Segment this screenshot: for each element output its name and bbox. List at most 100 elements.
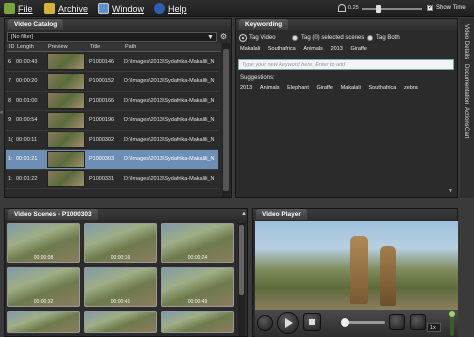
table-row[interactable]: 1: 00:01:22 P1000331 D:\Images\2013\Sydafri… [6, 169, 218, 189]
table-row[interactable]: 1(00:00:11 P1000302 D:\Images\2013\Sydafri… [6, 130, 218, 150]
cell-preview [45, 169, 87, 189]
suggestion-chip[interactable]: Southafrica [368, 85, 396, 91]
side-tab-actions[interactable]: Actions [463, 107, 469, 127]
snapshot-button[interactable] [389, 314, 405, 330]
table-row[interactable]: 6 00:00:43 P1000146 D:\Images\2013\Sydafrik… [6, 52, 218, 72]
suggestion-list: 2013 Animals Elephant Giraffe Makalali S… [240, 85, 454, 94]
cell-id: 1: [6, 169, 14, 189]
suggestion-chip[interactable]: zebra [404, 85, 418, 91]
scenes-expand-icon[interactable]: ▲ [241, 211, 247, 217]
suggestion-chip[interactable]: Makalali [341, 85, 361, 91]
scene-thumbnail[interactable]: 00:00:41 [84, 267, 157, 307]
cell-title: P1000302 [87, 130, 122, 150]
scene-thumbnail[interactable]: 00:00:24 [161, 223, 234, 263]
keyword-input[interactable]: Type your new keyword here. Enter to add [238, 59, 454, 70]
scene-thumbnail[interactable]: 00:00:16 [84, 223, 157, 263]
suggestion-chip[interactable]: Elephant [287, 85, 309, 91]
volume-slider-thumb[interactable] [376, 5, 381, 13]
column-length[interactable]: Length [17, 44, 34, 50]
video-scenes-title: Video Scenes - P1000303 [8, 209, 98, 220]
catalog-scrollbar-thumb[interactable] [223, 49, 229, 191]
tag-chip[interactable]: Giraffe [351, 46, 367, 52]
column-preview[interactable]: Preview [48, 44, 68, 50]
giraffe-figure [350, 236, 368, 304]
scene-timestamp: 00:00:32 [33, 299, 54, 305]
cell-path: D:\Images\2013\Sydafrika-Makalili_N [122, 169, 218, 189]
cell-id: 7 [6, 71, 14, 92]
scenes-scrollbar[interactable] [238, 223, 245, 336]
cell-title: P1000196 [87, 110, 122, 131]
table-row[interactable]: 1: 00:01:21 P1000303 D:\Images\2013\Sydafri… [6, 149, 218, 170]
seek-thumb[interactable] [341, 318, 349, 327]
keywording-title: Keywording [239, 19, 289, 30]
cell-length: 00:00:20 [14, 71, 45, 92]
cell-id: 6 [6, 52, 14, 72]
menu-archive[interactable]: Archive [44, 2, 88, 15]
catalog-header-row: ID Length Preview Title Path [7, 43, 221, 52]
column-id[interactable]: ID [9, 44, 15, 50]
volume-value: 0.25 [348, 5, 359, 11]
settings-icon[interactable]: ⚙ [220, 32, 227, 41]
filter-input[interactable]: [No filter] [7, 32, 217, 42]
scene-thumbnail[interactable]: 00:00:49 [161, 267, 234, 307]
side-tab-documentation[interactable]: Documentation [463, 64, 469, 104]
scene-thumbnail[interactable] [84, 311, 157, 333]
side-tab-cart[interactable]: Cart [463, 127, 469, 138]
seek-bar[interactable] [341, 318, 385, 327]
left-edge-handle[interactable]: « [0, 110, 3, 116]
video-frame[interactable] [255, 221, 458, 310]
menu-file[interactable]: File [4, 2, 33, 15]
volume-slider[interactable] [362, 5, 422, 13]
video-thumbnail [47, 111, 85, 129]
side-tab-video-details[interactable]: Video Details [463, 24, 469, 59]
catalog-table: 6 00:00:43 P1000146 D:\Images\2013\Sydafrik… [6, 52, 218, 189]
table-row[interactable]: 7 00:00:20 P1000152 D:\Images\2013\Sydafrik… [6, 71, 218, 92]
menu-window[interactable]: Window [98, 2, 144, 15]
tag-chip[interactable]: Southafrica [268, 46, 296, 52]
tag-chip[interactable]: Makalali [240, 46, 260, 52]
video-catalog-title: Video Catalog [8, 19, 64, 30]
scene-thumbnail[interactable]: 00:00:32 [7, 267, 80, 307]
cell-id: 1: [6, 149, 14, 170]
cell-length: 00:00:43 [14, 52, 45, 72]
player-volume-slider[interactable] [449, 311, 455, 336]
suggestion-chip[interactable]: 2013 [240, 85, 252, 91]
keywording-scroll-down-icon[interactable]: ▼ [448, 188, 453, 194]
cell-path: D:\Images\2013\Sydafrika-Makalili_N [122, 71, 218, 92]
table-row[interactable]: 8 00:01:00 P1000166 D:\Images\2013\Sydafrik… [6, 91, 218, 111]
tag-chip[interactable]: Animals [303, 46, 323, 52]
rewind-button[interactable] [257, 315, 273, 331]
column-title[interactable]: Title [90, 44, 100, 50]
video-player-title: Video Player [256, 209, 307, 220]
player-controls: 1x [255, 310, 458, 337]
cell-length: 00:01:22 [14, 169, 45, 189]
scene-timestamp: 00:00:16 [110, 255, 131, 261]
cell-path: D:\Images\2013\Sydafrika-Makalili_N [122, 130, 218, 150]
cell-preview [45, 52, 87, 72]
cell-id: 9 [6, 110, 14, 131]
tag-chip[interactable]: 2013 [331, 46, 343, 52]
menu-help[interactable]: Help [154, 2, 187, 15]
tag-both-radio[interactable] [367, 35, 373, 41]
catalog-scrollbar[interactable] [222, 43, 230, 197]
stop-icon [309, 319, 315, 325]
scenes-scrollbar-thumb[interactable] [239, 225, 244, 295]
speed-select[interactable]: 1x [427, 323, 441, 332]
suggestion-chip[interactable]: Animals [260, 85, 280, 91]
cell-id: 8 [6, 91, 14, 111]
filter-icon[interactable]: ▼ [207, 34, 214, 41]
tag-video-radio[interactable] [240, 35, 246, 41]
tag-selected-radio[interactable] [292, 35, 298, 41]
show-time-checkbox[interactable]: ✓ [427, 5, 433, 11]
scene-thumbnail[interactable] [7, 311, 80, 333]
column-path[interactable]: Path [125, 44, 136, 50]
edit-button[interactable] [410, 314, 426, 330]
video-thumbnail [47, 150, 85, 168]
scene-thumbnail[interactable]: 00:00:08 [7, 223, 80, 263]
player-volume-thumb[interactable] [449, 311, 455, 317]
scene-thumbnail[interactable] [161, 311, 234, 333]
table-row[interactable]: 9 00:00:54 P1000196 D:\Images\2013\Sydafrik… [6, 110, 218, 131]
suggestion-chip[interactable]: Giraffe [317, 85, 333, 91]
cell-title: P1000166 [87, 91, 122, 111]
cell-length: 00:00:54 [14, 110, 45, 131]
